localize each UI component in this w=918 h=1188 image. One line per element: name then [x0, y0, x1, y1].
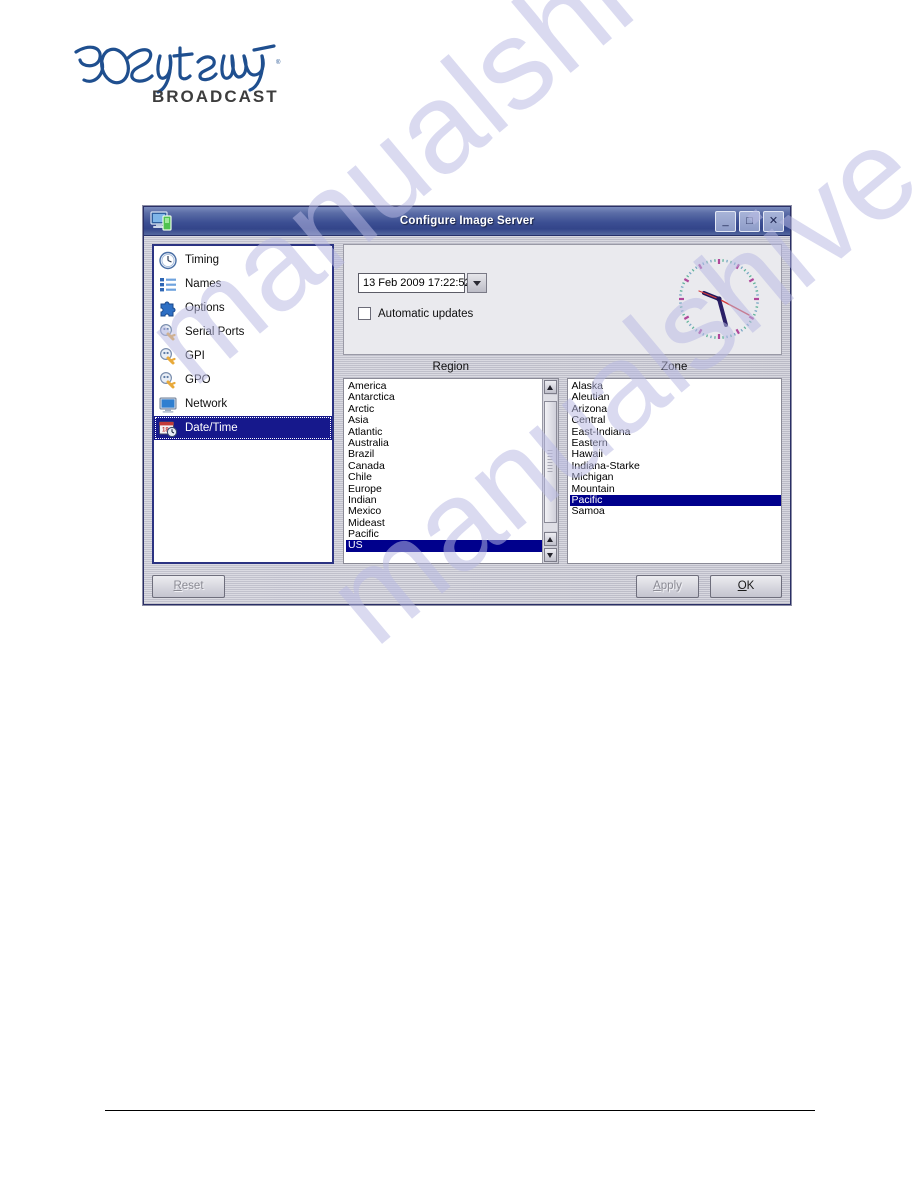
plug-icon [159, 347, 176, 364]
sidebar-label: Options [185, 302, 225, 314]
dialog-footer: Reset Apply OK [152, 564, 782, 602]
zone-caption: Zone [661, 361, 688, 373]
maximize-icon: □ [746, 214, 753, 227]
ok-label-rest: K [746, 580, 755, 592]
automatic-updates-checkbox[interactable] [358, 307, 371, 320]
triangle-up-icon [547, 384, 553, 390]
sidebar-label: Timing [185, 254, 220, 266]
datetime-input[interactable]: 13 Feb 2009 17:22:52 [358, 273, 471, 293]
sidebar-item-network[interactable]: Network [154, 392, 332, 416]
list-item[interactable]: US [346, 540, 542, 552]
sidebar-item-timing[interactable]: Timing [154, 248, 332, 272]
scroll-down-button[interactable] [543, 548, 557, 562]
list-item[interactable]: Asia [346, 414, 542, 426]
region-listbox[interactable]: America Antarctica Arctic Asia Atlantic Austr… [343, 378, 559, 564]
list-item[interactable]: Michigan [570, 471, 782, 483]
sidebar-item-names[interactable]: Names [154, 272, 332, 296]
list-item[interactable]: Central [570, 414, 782, 426]
chevron-down-icon [473, 280, 481, 286]
configure-image-server-dialog: Configure Image Server _ □ ✕ Timing Name… [143, 206, 791, 605]
zone-items[interactable]: Alaska Aleutian Arizona Central East-Indiana… [568, 379, 782, 563]
region-column: Region America Antarctica Arctic Asia Atlant… [343, 361, 559, 564]
datetime-dropdown-button[interactable] [467, 273, 487, 293]
region-scrollbar[interactable] [541, 379, 558, 563]
logo-broadcast-text: BROADCAST [152, 87, 279, 106]
zone-listbox[interactable]: Alaska Aleutian Arizona Central East-Indiana… [566, 378, 782, 564]
list-icon [160, 277, 176, 291]
scroll-track[interactable] [543, 395, 557, 531]
sidebar-item-gpi[interactable]: GPI [154, 344, 332, 368]
region-caption: Region [432, 361, 469, 373]
sidebar-label: GPO [185, 374, 211, 386]
maximize-button[interactable]: □ [739, 210, 760, 232]
grip-icon [547, 450, 553, 474]
scroll-up-button-bottom[interactable] [543, 532, 557, 546]
reset-button[interactable]: Reset [152, 574, 225, 598]
triangle-down-icon [547, 552, 553, 558]
settings-sidebar[interactable]: Timing Names Options Serial Ports GPI GP… [152, 244, 334, 564]
server-monitor-icon [150, 211, 172, 231]
datetime-combobox[interactable]: 13 Feb 2009 17:22:52 [358, 273, 487, 293]
zone-column: Zone Alaska Aleutian Arizona Central East-In… [566, 361, 782, 564]
sidebar-label: Serial Ports [185, 326, 245, 338]
monitor-icon [159, 397, 177, 413]
page-footer-rule [105, 1110, 815, 1111]
sidebar-item-date-time[interactable]: 18 Date/Time [154, 416, 332, 440]
timezone-lists: Region America Antarctica Arctic Asia Atlant… [343, 361, 782, 564]
list-item[interactable]: Arctic [346, 403, 542, 415]
plug-icon [159, 323, 176, 340]
list-item[interactable]: Samoa [570, 505, 782, 517]
apply-label-rest: pply [660, 580, 682, 592]
list-item[interactable]: Antarctica [346, 391, 542, 403]
triangle-up-icon [547, 536, 553, 542]
minimize-button[interactable]: _ [715, 210, 736, 232]
sidebar-label: Date/Time [185, 422, 238, 434]
analog-clock [679, 259, 759, 339]
sidebar-item-serial-ports[interactable]: Serial Ports [154, 320, 332, 344]
dialog-title: Configure Image Server [399, 215, 535, 227]
reset-label-rest: eset [181, 580, 204, 592]
scroll-thumb[interactable] [543, 401, 557, 523]
automatic-updates-row[interactable]: Automatic updates [358, 307, 473, 320]
region-items[interactable]: America Antarctica Arctic Asia Atlantic Austr… [344, 379, 542, 563]
brand-logo: BROADCAST ® [68, 30, 288, 110]
dialog-body: Timing Names Options Serial Ports GPI GP… [144, 236, 790, 604]
puzzle-icon [160, 301, 176, 316]
list-item[interactable]: Chile [346, 471, 542, 483]
list-item[interactable]: Mexico [346, 505, 542, 517]
settings-pane-date-time: 13 Feb 2009 17:22:52 Automatic updates R… [343, 244, 782, 564]
sidebar-item-gpo[interactable]: GPO [154, 368, 332, 392]
datetime-panel: 13 Feb 2009 17:22:52 Automatic updates [343, 244, 782, 355]
clock-icon [159, 251, 177, 269]
svg-text:®: ® [276, 59, 281, 66]
dialog-titlebar[interactable]: Configure Image Server _ □ ✕ [144, 207, 790, 236]
close-icon: ✕ [768, 214, 779, 227]
apply-button[interactable]: Apply [636, 574, 699, 598]
plug-icon [159, 371, 176, 388]
window-controls: _ □ ✕ [715, 210, 784, 232]
sidebar-label: Network [185, 398, 228, 410]
sidebar-item-options[interactable]: Options [154, 296, 332, 320]
list-item[interactable]: Pacific [346, 528, 542, 540]
close-button[interactable]: ✕ [763, 210, 784, 232]
sidebar-label: GPI [185, 350, 205, 362]
list-item[interactable]: Australia [346, 437, 542, 449]
sidebar-label: Names [185, 278, 222, 290]
scroll-up-button[interactable] [543, 380, 557, 394]
automatic-updates-label: Automatic updates [378, 307, 474, 320]
list-item[interactable]: Canada [346, 460, 542, 472]
ok-button[interactable]: OK [710, 574, 782, 598]
calendar-clock-icon: 18 [159, 421, 178, 437]
minimize-icon: _ [722, 214, 729, 227]
